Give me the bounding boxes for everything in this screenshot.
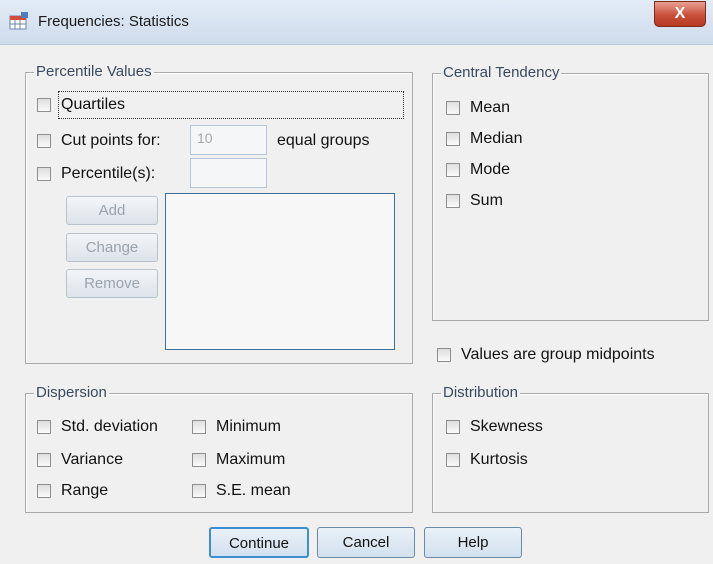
distribution-legend: Distribution	[441, 384, 521, 401]
mode-label: Mode	[470, 161, 511, 178]
std-deviation-checkbox-box[interactable]	[37, 420, 51, 434]
mode-checkbox[interactable]: Mode	[446, 159, 510, 181]
kurtosis-label: Kurtosis	[470, 451, 528, 468]
std-deviation-label: Std. deviation	[61, 418, 158, 435]
percentiles-checkbox-box[interactable]	[37, 167, 51, 181]
maximum-checkbox[interactable]: Maximum	[192, 449, 285, 471]
skewness-label: Skewness	[470, 418, 543, 435]
variance-checkbox[interactable]: Variance	[37, 449, 123, 471]
quartiles-checkbox-box[interactable]	[37, 98, 51, 112]
maximum-checkbox-box[interactable]	[192, 453, 206, 467]
cut-points-label: Cut points for:	[61, 132, 161, 149]
change-button[interactable]: Change	[66, 233, 158, 262]
mean-label: Mean	[470, 99, 511, 116]
minimum-checkbox-box[interactable]	[192, 420, 206, 434]
sum-checkbox-box[interactable]	[446, 194, 460, 208]
group-midpoints-label: Values are group midpoints	[461, 346, 655, 363]
se-mean-label: S.E. mean	[216, 482, 291, 499]
mean-checkbox-box[interactable]	[446, 101, 460, 115]
dispersion-legend: Dispersion	[34, 384, 109, 401]
sum-checkbox[interactable]: Sum	[446, 190, 503, 212]
add-button[interactable]: Add	[66, 196, 158, 225]
std-deviation-checkbox[interactable]: Std. deviation	[37, 416, 158, 438]
skewness-checkbox-box[interactable]	[446, 420, 460, 434]
quartiles-label: Quartiles	[61, 96, 126, 113]
minimum-checkbox[interactable]: Minimum	[192, 416, 281, 438]
percentile-list[interactable]	[165, 193, 395, 350]
variance-label: Variance	[61, 451, 123, 468]
close-button[interactable]: X	[654, 1, 706, 27]
range-checkbox-box[interactable]	[37, 484, 51, 498]
percentiles-checkbox[interactable]: Percentile(s):	[37, 163, 155, 185]
quartiles-checkbox[interactable]: Quartiles	[37, 94, 125, 116]
continue-button[interactable]: Continue	[209, 527, 309, 558]
window-title: Frequencies: Statistics	[38, 13, 189, 30]
kurtosis-checkbox-box[interactable]	[446, 453, 460, 467]
title-bar: Frequencies: Statistics X	[0, 0, 713, 45]
percentile-input[interactable]	[190, 158, 267, 188]
spss-table-icon	[9, 12, 28, 30]
cancel-button[interactable]: Cancel	[317, 527, 415, 558]
median-checkbox[interactable]: Median	[446, 128, 522, 150]
median-checkbox-box[interactable]	[446, 132, 460, 146]
group-midpoints-checkbox[interactable]: Values are group midpoints	[437, 344, 655, 366]
mode-checkbox-box[interactable]	[446, 163, 460, 177]
median-label: Median	[470, 130, 523, 147]
variance-checkbox-box[interactable]	[37, 453, 51, 467]
se-mean-checkbox[interactable]: S.E. mean	[192, 480, 291, 502]
range-label: Range	[61, 482, 109, 499]
percentile-values-legend: Percentile Values	[34, 63, 154, 80]
percentiles-label: Percentile(s):	[61, 165, 156, 182]
se-mean-checkbox-box[interactable]	[192, 484, 206, 498]
cut-points-input[interactable]: 10	[190, 125, 267, 155]
group-midpoints-checkbox-box[interactable]	[437, 348, 451, 362]
maximum-label: Maximum	[216, 451, 286, 468]
central-tendency-legend: Central Tendency	[441, 64, 562, 81]
remove-button[interactable]: Remove	[66, 269, 158, 298]
kurtosis-checkbox[interactable]: Kurtosis	[446, 449, 528, 471]
minimum-label: Minimum	[216, 418, 281, 435]
range-checkbox[interactable]: Range	[37, 480, 108, 502]
cut-points-checkbox-box[interactable]	[37, 134, 51, 148]
skewness-checkbox[interactable]: Skewness	[446, 416, 543, 438]
cut-points-checkbox[interactable]: Cut points for:	[37, 130, 161, 152]
equal-groups-label: equal groups	[277, 132, 370, 149]
sum-label: Sum	[470, 192, 503, 209]
mean-checkbox[interactable]: Mean	[446, 97, 510, 119]
help-button[interactable]: Help	[424, 527, 522, 558]
